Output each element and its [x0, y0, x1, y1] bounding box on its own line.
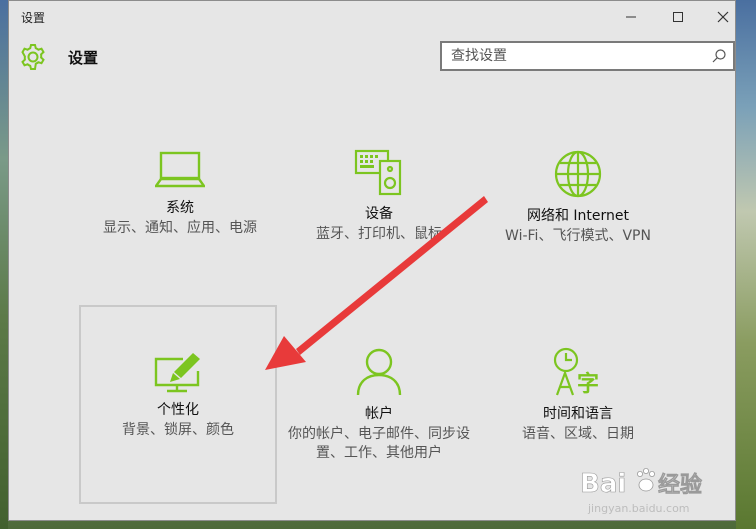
globe-icon: [554, 150, 602, 198]
close-button[interactable]: [701, 3, 745, 31]
tile-accounts[interactable]: 帐户 你的帐户、电子邮件、同步设置、工作、其他用户: [280, 347, 478, 463]
minimize-button[interactable]: [609, 3, 653, 31]
scrollbar[interactable]: [721, 89, 735, 519]
tile-personalization[interactable]: 个性化 背景、锁屏、颜色: [79, 305, 277, 504]
title-bar[interactable]: 设置: [9, 1, 735, 33]
devices-icon: [354, 149, 402, 196]
tile-devices-name: 设备: [365, 206, 393, 222]
tile-devices-desc: 蓝牙、打印机、鼠标: [316, 226, 442, 242]
tile-devices[interactable]: 设备 蓝牙、打印机、鼠标: [280, 149, 478, 244]
tile-accounts-desc: 你的帐户、电子邮件、同步设置、工作、其他用户: [288, 426, 470, 461]
tile-system-desc: 显示、通知、应用、电源: [103, 220, 257, 236]
settings-window: 设置 设置 查找设置 系统 显示、通知、应用、电源 设备 蓝牙、打印机、鼠标 网…: [8, 0, 736, 521]
personalization-icon: [154, 353, 200, 393]
tile-personalization-name: 个性化: [157, 402, 199, 418]
tile-network-name: 网络和 Internet: [526, 208, 630, 224]
desktop-background-left: [0, 0, 8, 529]
svg-text:字: 字: [577, 371, 599, 397]
tile-personalization-desc: 背景、锁屏、颜色: [122, 422, 234, 438]
tile-time-language-name: 时间和语言: [543, 406, 613, 422]
maximize-button[interactable]: [656, 3, 700, 31]
tile-network[interactable]: 网络和 Internet Wi-Fi、飞行模式、VPN: [479, 149, 677, 246]
search-input[interactable]: [442, 47, 709, 65]
tile-time-language-desc: 语音、区域、日期: [522, 426, 634, 442]
page-title: 设置: [68, 49, 99, 67]
person-icon: [356, 348, 402, 396]
gear-icon: [21, 44, 45, 70]
laptop-icon: [155, 151, 205, 188]
desktop-background-right: [736, 0, 756, 529]
minimize-icon: [626, 16, 636, 18]
tile-system-name: 系统: [166, 200, 194, 216]
close-icon: [717, 11, 729, 23]
search-box[interactable]: [440, 41, 735, 71]
search-icon[interactable]: [709, 46, 729, 66]
tile-network-desc: Wi-Fi、飞行模式、VPN: [505, 228, 651, 244]
tile-system[interactable]: 系统 显示、通知、应用、电源: [81, 149, 279, 238]
time-language-icon: 字: [553, 347, 599, 397]
tile-time-language[interactable]: 字 时间和语言 语音、区域、日期: [479, 347, 677, 444]
settings-header: 设置: [9, 33, 735, 85]
tile-accounts-name: 帐户: [365, 406, 393, 422]
window-title: 设置: [21, 11, 46, 25]
maximize-icon: [673, 12, 683, 22]
